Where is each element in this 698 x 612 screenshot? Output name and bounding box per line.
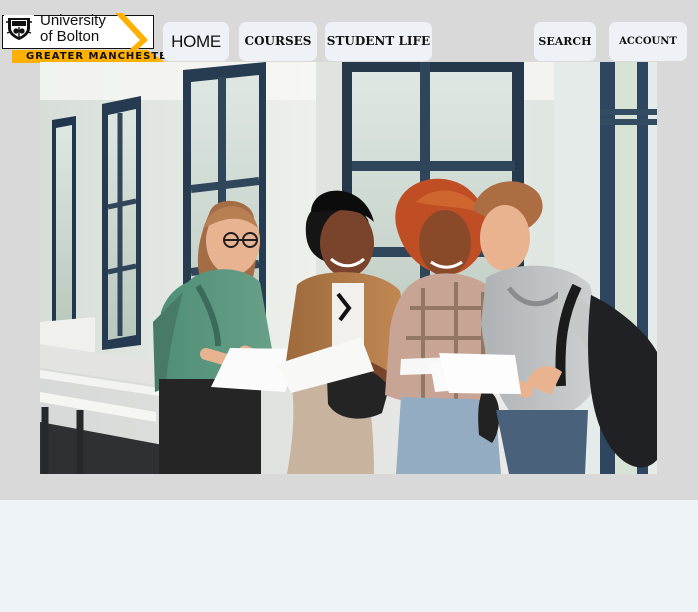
logo-name-line-1: University [40, 12, 106, 29]
university-crest-icon [4, 15, 34, 42]
search-nav-button[interactable]: SEARCH [534, 22, 596, 61]
home-nav-button[interactable]: HOME [163, 22, 229, 61]
lower-content-area [0, 500, 698, 612]
hero-image [40, 62, 657, 474]
logo-name-line-2: of Bolton [40, 28, 100, 45]
university-logo-link[interactable]: University of Bolton GREATER MANCHESTER [0, 12, 175, 64]
account-nav-button[interactable]: ACCOUNT [609, 22, 687, 61]
students-reviewing-papers-illustration [40, 62, 657, 474]
logo-university-name: University of Bolton [40, 13, 110, 45]
home-page: University of Bolton GREATER MANCHESTER … [0, 0, 698, 612]
header-and-hero-section: University of Bolton GREATER MANCHESTER … [0, 0, 698, 500]
student-life-nav-button[interactable]: STUDENT LIFE [325, 22, 432, 61]
courses-nav-button[interactable]: COURSES [239, 22, 317, 61]
